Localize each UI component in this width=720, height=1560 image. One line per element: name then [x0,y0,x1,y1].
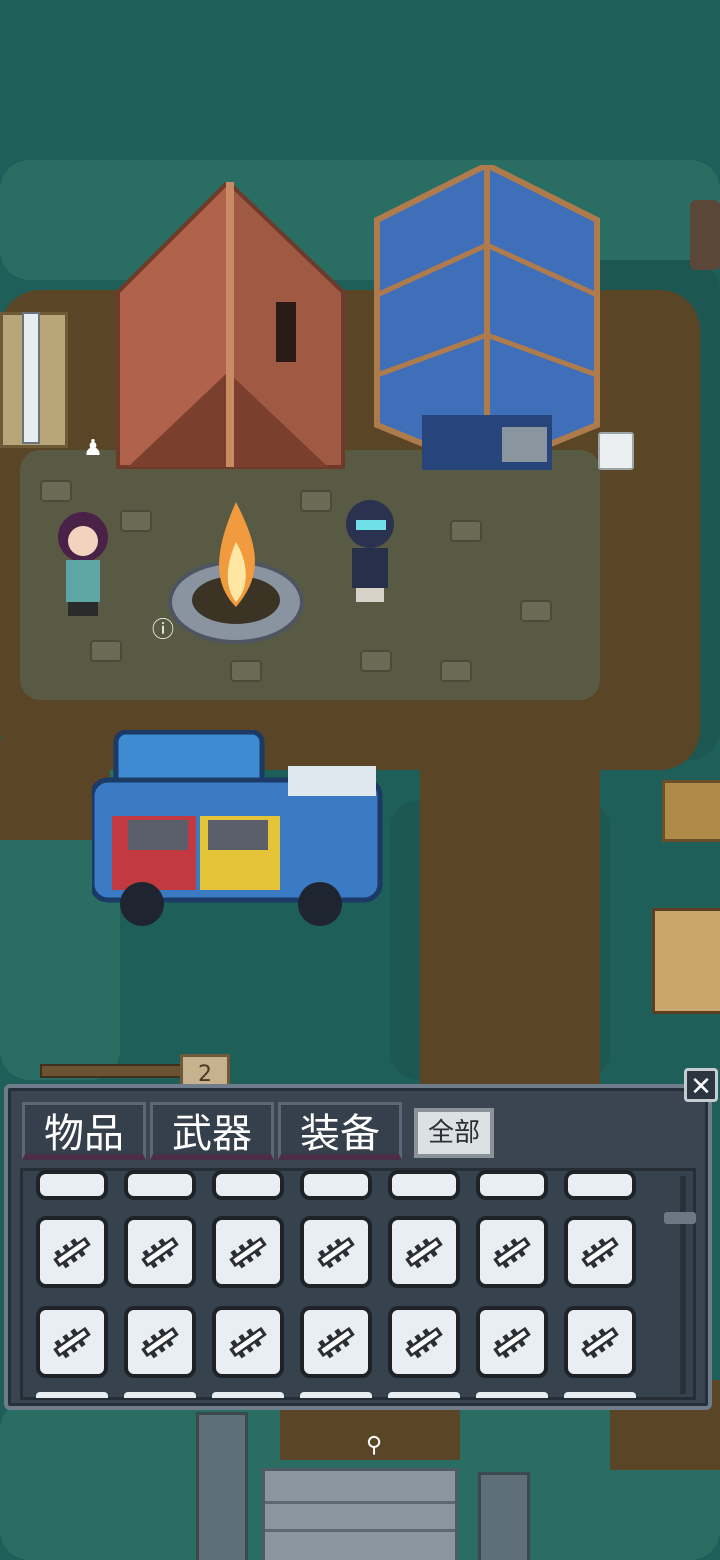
close-icon[interactable]: ✕ [684,1068,718,1102]
bullet-clip-icon [574,1316,626,1368]
bullet-clip-icon [486,1316,538,1368]
stone-steps[interactable] [262,1468,458,1560]
inventory-slot[interactable] [124,1170,196,1200]
inventory-slot[interactable] [212,1216,284,1288]
brown-tent[interactable] [108,182,348,472]
bullet-clip-icon [486,1226,538,1278]
bullet-clip-icon [574,1226,626,1278]
inventory-slot[interactable] [564,1170,636,1200]
bullet-clip-icon [310,1226,362,1278]
bullet-clip-icon [398,1226,450,1278]
inventory-slot[interactable] [300,1392,372,1398]
campfire[interactable] [166,502,306,647]
tab-items[interactable]: 物品 [22,1102,146,1160]
people-icon[interactable]: ♟ [82,436,104,462]
inventory-slot[interactable] [564,1306,636,1378]
inventory-slot[interactable] [300,1170,372,1200]
inventory-slot[interactable] [476,1170,548,1200]
tab-equipment[interactable]: 装备 [278,1102,402,1160]
inventory-slot[interactable] [212,1170,284,1200]
inventory-slot[interactable] [476,1392,548,1398]
sword-rack[interactable] [22,312,40,444]
inventory-slot[interactable] [476,1306,548,1378]
bullet-clip-icon [134,1226,186,1278]
inventory-slot[interactable] [36,1170,108,1200]
bullet-clip-icon [222,1226,274,1278]
bullet-clip-icon [310,1316,362,1368]
book-icon[interactable] [598,432,634,470]
inventory-slot[interactable] [36,1216,108,1288]
inventory-slot[interactable] [124,1306,196,1378]
scrollbar-thumb[interactable] [664,1212,696,1224]
shop-sign[interactable] [652,908,720,1014]
inventory-slot[interactable] [476,1216,548,1288]
inventory-slot[interactable] [388,1306,460,1378]
inventory-slot[interactable] [388,1392,460,1398]
inventory-scrollbar[interactable] [680,1176,686,1394]
camper-car[interactable] [92,730,384,928]
inventory-slot[interactable] [388,1216,460,1288]
inventory-slot[interactable] [124,1392,196,1398]
bullet-clip-icon [134,1316,186,1368]
inventory-slot[interactable] [564,1216,636,1288]
fruit-crate[interactable] [662,780,720,842]
filter-all-button[interactable]: 全部 [414,1108,494,1158]
inventory-slot[interactable] [388,1170,460,1200]
inventory-slot[interactable] [564,1392,636,1398]
inventory-slot[interactable] [36,1306,108,1378]
inventory-slot[interactable] [212,1306,284,1378]
hooded-player[interactable] [342,500,400,604]
location-pin-icon[interactable]: ⚲ [362,1432,386,1460]
inventory-slot[interactable] [212,1392,284,1398]
bullet-clip-icon [222,1316,274,1368]
bullet-clip-icon [46,1316,98,1368]
girl-npc[interactable] [52,512,116,616]
inventory-slot[interactable] [300,1216,372,1288]
bullet-clip-icon [46,1226,98,1278]
inventory-slot[interactable] [300,1306,372,1378]
dirt-path [420,700,600,1100]
bullet-clip-icon [398,1316,450,1368]
blue-tent[interactable] [372,165,602,470]
tab-weapons[interactable]: 武器 [150,1102,274,1160]
stone-pillar [196,1412,248,1560]
stone-pillar [478,1472,530,1560]
info-icon[interactable]: ⓘ [150,618,176,644]
inventory-slot[interactable] [124,1216,196,1288]
inventory-slot[interactable] [36,1392,108,1398]
dog-npc[interactable] [690,200,720,270]
